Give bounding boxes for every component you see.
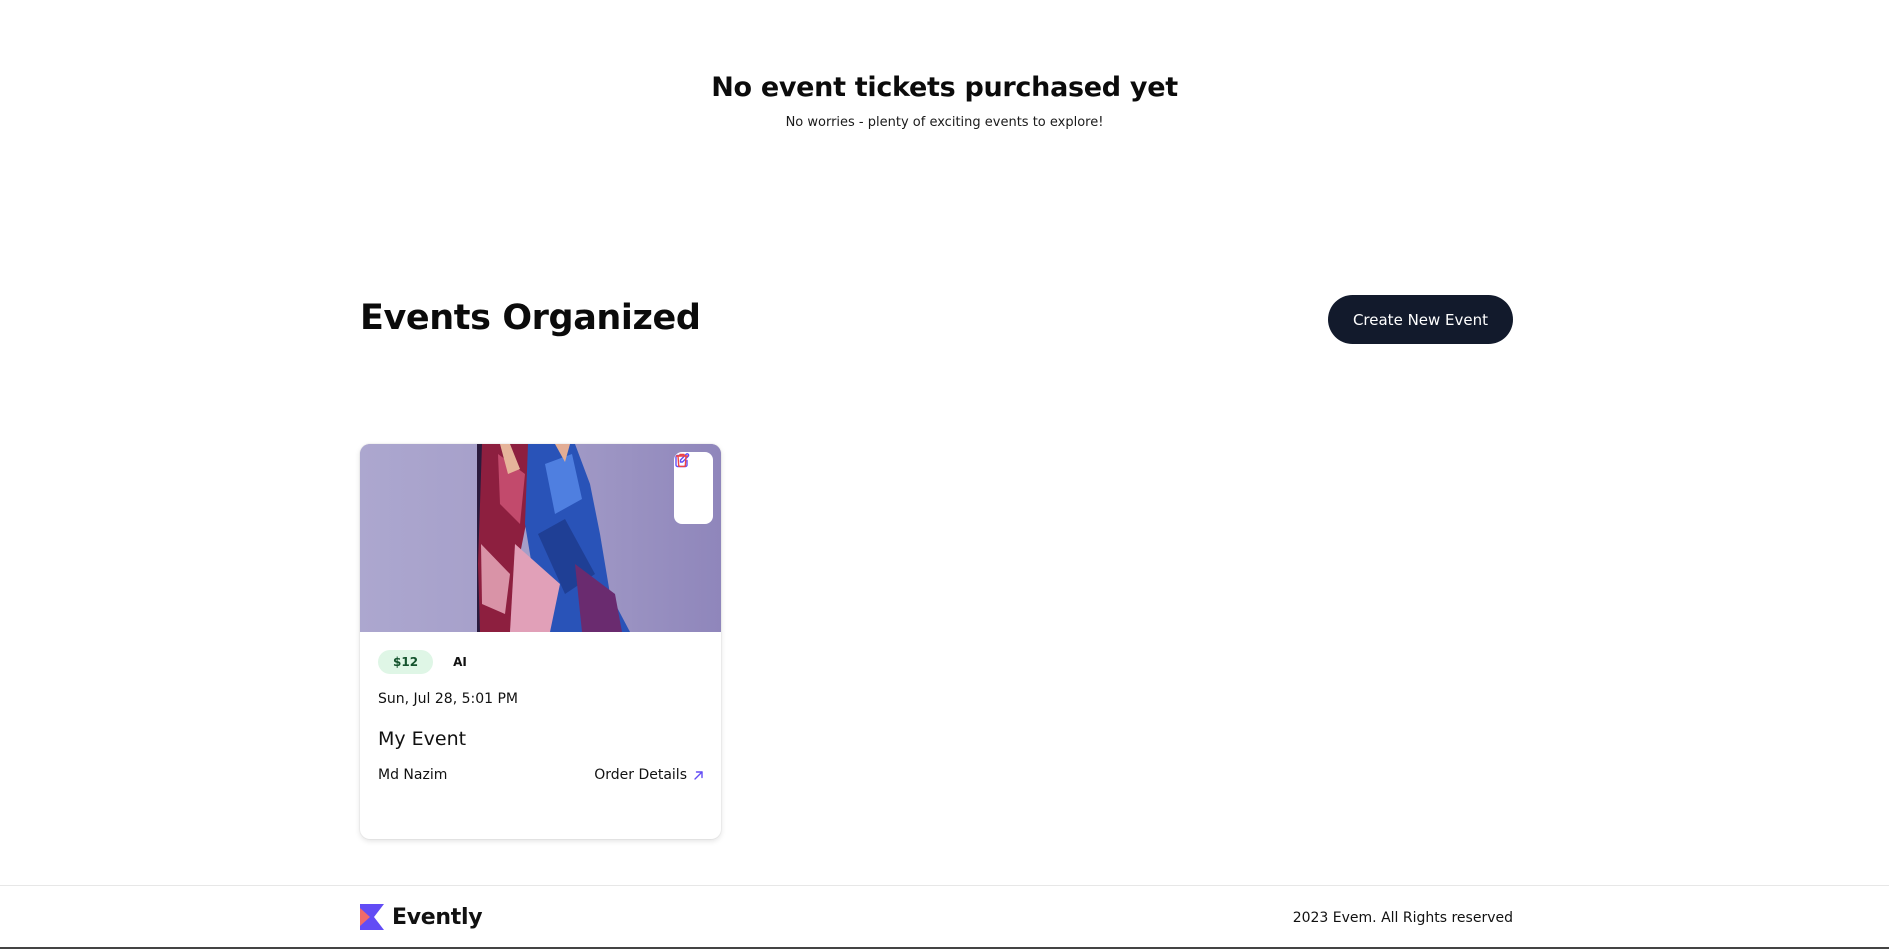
event-card[interactable]: $12 AI Sun, Jul 28, 5:01 PM My Event Md … xyxy=(360,444,721,839)
empty-state-title: No event tickets purchased yet xyxy=(711,72,1178,103)
event-badges: $12 AI xyxy=(378,650,467,674)
copyright-text: 2023 Evem. All Rights reserved xyxy=(1292,910,1513,926)
price-badge: $12 xyxy=(378,650,434,674)
brand-name: Evently xyxy=(392,904,483,930)
events-organized-title: Events Organized xyxy=(360,298,701,338)
event-date: Sun, Jul 28, 5:01 PM xyxy=(378,691,518,707)
event-photo-graphic xyxy=(360,444,721,632)
arrow-up-right-icon xyxy=(694,770,703,780)
event-organizer: Md Nazim xyxy=(378,767,448,783)
tickets-empty-state: No event tickets purchased yet No worrie… xyxy=(0,72,1889,130)
empty-state-subtitle: No worries - plenty of exciting events t… xyxy=(785,115,1104,130)
trash-icon[interactable] xyxy=(675,453,705,515)
create-new-event-button[interactable]: Create New Event xyxy=(1328,295,1513,344)
category-badge: AI xyxy=(453,655,467,669)
footer: Evently 2023 Evem. All Rights reserved xyxy=(0,885,1889,950)
event-actions xyxy=(674,452,713,524)
event-title[interactable]: My Event xyxy=(378,728,466,750)
footer-logo[interactable]: Evently xyxy=(360,904,483,930)
evently-logo-icon xyxy=(360,904,384,930)
event-image[interactable] xyxy=(360,444,721,632)
order-details-label: Order Details xyxy=(594,767,687,783)
order-details-link[interactable]: Order Details xyxy=(594,767,704,783)
